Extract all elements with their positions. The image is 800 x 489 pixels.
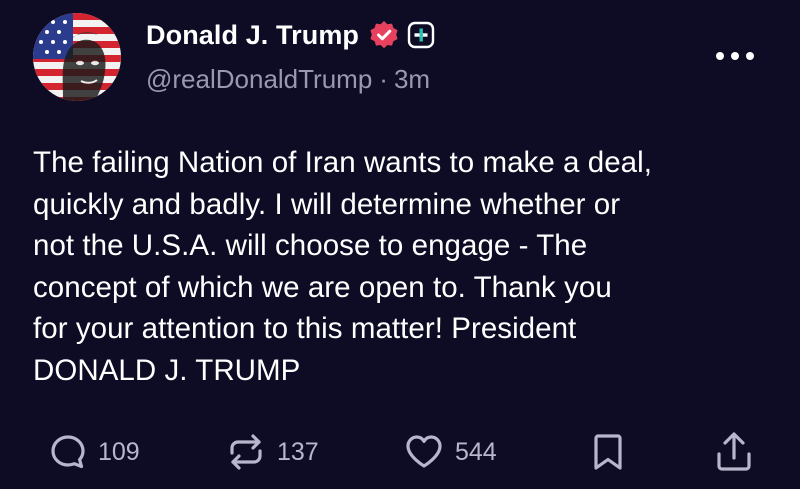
post-body-text: The failing Nation of Iran wants to make… — [33, 146, 652, 387]
reply-icon — [51, 435, 85, 469]
author-display-name[interactable]: Donald J. Trump — [146, 20, 359, 51]
reply-count: 109 — [98, 437, 140, 466]
verified-badge-icon — [368, 19, 400, 51]
author-handle[interactable]: @realDonaldTrump — [146, 64, 372, 95]
author-name-row: Donald J. Trump — [146, 18, 435, 52]
post-card: Donald J. Trump @realDonaldTrump · 3m Th… — [0, 0, 800, 489]
heart-icon — [406, 435, 442, 468]
like-count: 544 — [455, 437, 497, 466]
meta-separator: · — [379, 64, 388, 94]
avatar-image — [33, 13, 121, 101]
more-options-button[interactable] — [712, 42, 758, 70]
bookmark-button[interactable] — [590, 428, 626, 476]
reply-button[interactable]: 109 — [48, 428, 140, 476]
bookmark-icon — [594, 434, 622, 470]
repost-count: 137 — [277, 437, 319, 466]
avatar[interactable] — [33, 13, 121, 101]
more-icon — [716, 52, 754, 60]
plus-badge-icon — [407, 21, 435, 49]
repost-button[interactable]: 137 — [225, 428, 319, 476]
like-button[interactable]: 544 — [403, 428, 497, 476]
post-timestamp[interactable]: 3m — [394, 64, 430, 95]
repost-icon — [230, 434, 262, 470]
share-icon — [717, 432, 751, 471]
author-meta-row: @realDonaldTrump · 3m — [146, 64, 430, 95]
action-bar: 109 137 544 — [0, 428, 800, 476]
share-button[interactable] — [713, 428, 755, 476]
